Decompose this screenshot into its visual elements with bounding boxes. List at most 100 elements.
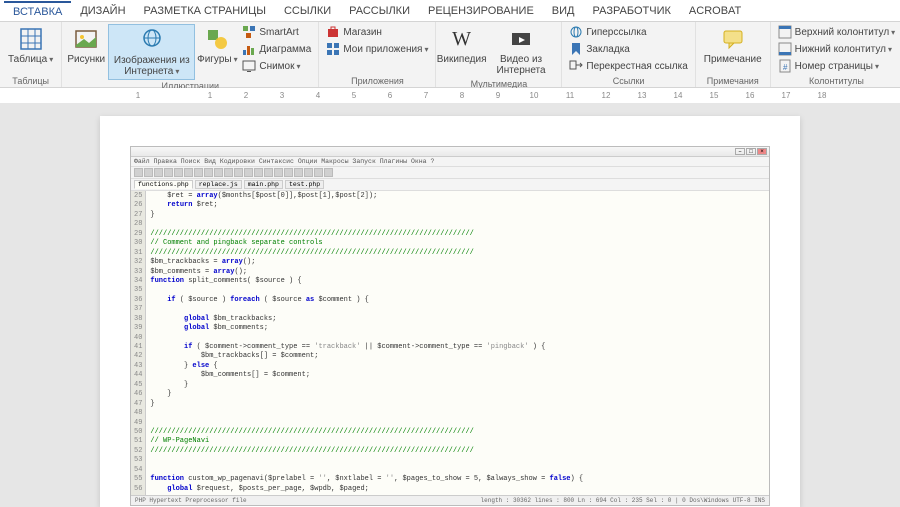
- ribbon-tabs: ВСТАВКАДИЗАЙНРАЗМЕТКА СТРАНИЦЫССЫЛКИРАСС…: [0, 0, 900, 22]
- group-headerfooter: Верхний колонтитул▾ Нижний колонтитул▾ #…: [771, 22, 900, 87]
- table-button[interactable]: Таблица▾: [4, 24, 57, 67]
- close-icon[interactable]: ×: [757, 148, 767, 155]
- shapes-button[interactable]: Фигуры▾: [197, 24, 237, 67]
- store-button[interactable]: Магазин: [323, 24, 431, 40]
- tab-дизайн[interactable]: ДИЗАЙН: [71, 2, 134, 20]
- chevron-down-icon: ▾: [875, 62, 879, 71]
- chevron-down-icon: ▾: [888, 45, 892, 54]
- online-video-button[interactable]: Видео из Интернета: [485, 24, 558, 78]
- smartart-button[interactable]: SmartArt: [239, 24, 314, 40]
- footer-label: Нижний колонтитул: [795, 44, 886, 55]
- header-button[interactable]: Верхний колонтитул▾: [775, 24, 899, 40]
- chevron-down-icon: ▾: [424, 45, 428, 54]
- online-pictures-button[interactable]: Изображения из Интернета▾: [108, 24, 195, 80]
- store-icon: [326, 25, 340, 39]
- editor-tab[interactable]: main.php: [244, 180, 283, 189]
- svg-text:#: #: [783, 63, 788, 72]
- group-media: W Википедия Видео из Интернета Мультимед…: [436, 22, 562, 87]
- tab-разметка страницы[interactable]: РАЗМЕТКА СТРАНИЦЫ: [135, 2, 275, 20]
- tab-разработчик[interactable]: РАЗРАБОТЧИК: [584, 2, 680, 20]
- bookmark-button[interactable]: Закладка: [566, 41, 690, 57]
- ribbon: Таблица▾ Таблицы Рисунки Изображения из …: [0, 22, 900, 88]
- wikipedia-label: Википедия: [437, 54, 487, 65]
- chevron-down-icon: ▾: [234, 55, 238, 64]
- bookmark-label: Закладка: [586, 44, 629, 55]
- group-label: Колонтитулы: [809, 75, 864, 87]
- group-illustrations: Рисунки Изображения из Интернета▾ Фигуры…: [62, 22, 319, 87]
- smartart-icon: [242, 25, 256, 39]
- group-label: Ссылки: [613, 75, 645, 87]
- pagenum-button[interactable]: # Номер страницы▾: [775, 58, 899, 74]
- group-links: Гиперссылка Закладка Перекрестная ссылка…: [562, 22, 695, 87]
- chevron-down-icon: ▾: [175, 67, 179, 76]
- comment-button[interactable]: Примечание: [700, 24, 766, 67]
- table-label: Таблица: [8, 54, 47, 65]
- smartart-label: SmartArt: [259, 27, 298, 38]
- group-label: Таблицы: [12, 75, 49, 87]
- crossref-icon: [569, 59, 583, 73]
- min-icon[interactable]: –: [735, 148, 745, 155]
- document-area[interactable]: – □ × Файл Правка Поиск Вид Кодировки Си…: [0, 104, 900, 507]
- screenshot-icon: [242, 59, 256, 73]
- store-label: Магазин: [343, 27, 382, 38]
- chevron-down-icon: ▾: [49, 55, 53, 64]
- editor-tab[interactable]: functions.php: [134, 180, 193, 189]
- crossref-button[interactable]: Перекрестная ссылка: [566, 58, 690, 74]
- tab-вставка[interactable]: ВСТАВКА: [4, 1, 71, 21]
- chevron-down-icon: ▾: [297, 62, 301, 71]
- hyperlink-button[interactable]: Гиперссылка: [566, 24, 690, 40]
- footer-icon: [778, 42, 792, 56]
- ruler[interactable]: 1123456789101112131415161718: [0, 88, 900, 104]
- video-label: Видео из Интернета: [489, 54, 554, 76]
- tab-вид[interactable]: ВИД: [543, 2, 584, 20]
- screenshot-button[interactable]: Снимок▾: [239, 58, 314, 74]
- group-comments: Примечание Примечания: [696, 22, 771, 87]
- header-icon: [778, 25, 792, 39]
- myapps-button[interactable]: Мои приложения▾: [323, 41, 431, 57]
- shapes-icon: [204, 26, 230, 52]
- online-picture-icon: [139, 27, 165, 53]
- chevron-down-icon: ▾: [891, 28, 895, 37]
- chart-label: Диаграмма: [259, 44, 311, 55]
- pagenum-label: Номер страницы: [795, 61, 873, 72]
- editor-statusbar: PHP Hypertext Preprocessor file length :…: [131, 495, 769, 505]
- crossref-label: Перекрестная ссылка: [586, 61, 687, 72]
- pictures-label: Рисунки: [67, 54, 105, 65]
- tab-ссылки[interactable]: ССЫЛКИ: [275, 2, 340, 20]
- wikipedia-button[interactable]: W Википедия: [440, 24, 482, 67]
- status-left: PHP Hypertext Preprocessor file: [135, 497, 247, 504]
- screenshot-label: Снимок: [259, 61, 294, 72]
- group-label: Примечания: [707, 75, 759, 87]
- max-icon[interactable]: □: [746, 148, 756, 155]
- embedded-editor: – □ × Файл Правка Поиск Вид Кодировки Си…: [130, 146, 770, 506]
- chart-button[interactable]: Диаграмма: [239, 41, 314, 57]
- group-label: Приложения: [351, 75, 404, 87]
- pictures-button[interactable]: Рисунки: [66, 24, 106, 67]
- group-tables: Таблица▾ Таблицы: [0, 22, 62, 87]
- tab-acrobat[interactable]: ACROBAT: [680, 2, 750, 20]
- hyperlink-label: Гиперссылка: [586, 27, 646, 38]
- tab-рецензирование[interactable]: РЕЦЕНЗИРОВАНИЕ: [419, 2, 543, 20]
- video-icon: [508, 26, 534, 52]
- footer-button[interactable]: Нижний колонтитул▾: [775, 41, 899, 57]
- link-icon: [569, 25, 583, 39]
- chart-icon: [242, 42, 256, 56]
- editor-tab[interactable]: replace.js: [195, 180, 242, 189]
- code-area[interactable]: 2526272829303132333435363738394041424344…: [131, 191, 769, 495]
- comment-icon: [720, 26, 746, 52]
- tab-рассылки[interactable]: РАССЫЛКИ: [340, 2, 419, 20]
- shapes-label: Фигуры: [197, 54, 231, 65]
- gutter: 2526272829303132333435363738394041424344…: [131, 191, 146, 495]
- editor-tab[interactable]: test.php: [285, 180, 324, 189]
- table-icon: [18, 26, 44, 52]
- status-right: length : 30362 lines : 800 Ln : 694 Col …: [481, 497, 765, 504]
- pagenum-icon: #: [778, 59, 792, 73]
- wikipedia-icon: W: [449, 26, 475, 52]
- editor-tabs[interactable]: functions.phpreplace.jsmain.phptest.php: [131, 179, 769, 191]
- editor-toolbar[interactable]: [131, 167, 769, 179]
- page: – □ × Файл Правка Поиск Вид Кодировки Си…: [100, 116, 800, 507]
- source[interactable]: $ret = array($months[$post[0]],$post[1],…: [146, 191, 769, 495]
- editor-menu[interactable]: Файл Правка Поиск Вид Кодировки Синтакси…: [131, 157, 769, 167]
- comment-label: Примечание: [704, 54, 762, 65]
- myapps-label: Мои приложения: [343, 44, 422, 55]
